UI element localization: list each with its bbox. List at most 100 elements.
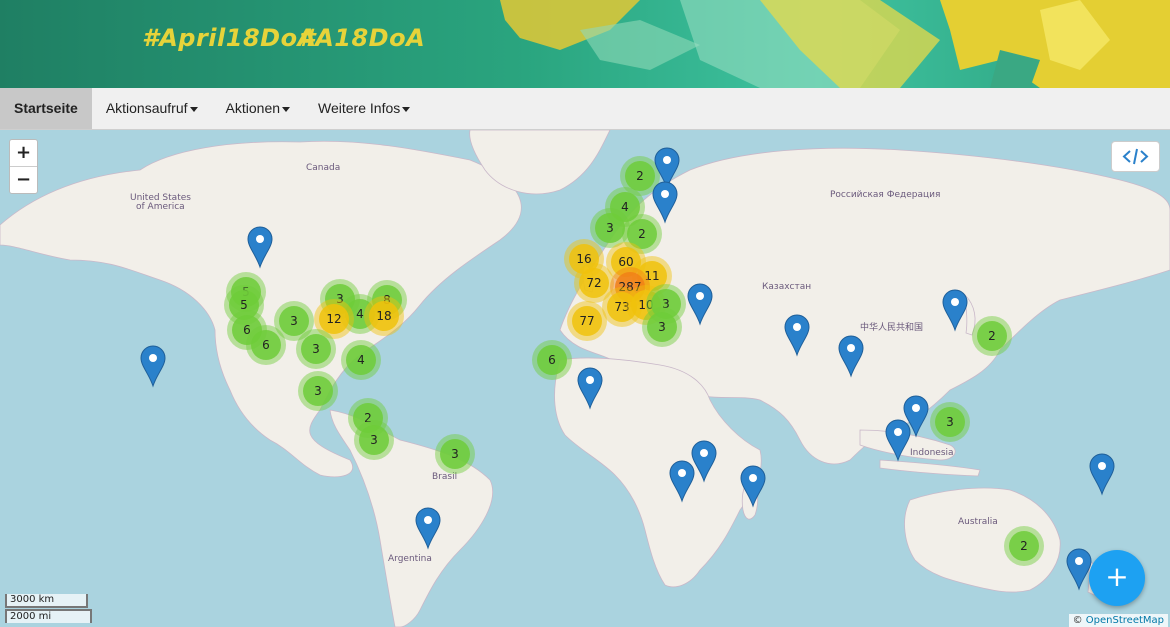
caret-down-icon <box>189 106 198 112</box>
cluster-count: 72 <box>586 276 601 290</box>
map-pin-icon[interactable] <box>247 226 273 269</box>
cluster-count: 3 <box>290 314 298 328</box>
nav-aktionen-label: Aktionen <box>225 100 281 116</box>
marker-layer: 2432166011722877310377365566334128183432… <box>140 147 1115 591</box>
cluster-count: 2 <box>988 329 996 343</box>
map-pin-icon[interactable] <box>942 289 968 332</box>
pin-body <box>577 367 603 410</box>
nav-startseite[interactable]: Startseite <box>0 88 92 129</box>
pin-body <box>784 314 810 357</box>
pin-dot <box>793 323 801 331</box>
pin-dot <box>663 156 671 164</box>
pin-dot <box>1098 462 1106 470</box>
pin-dot <box>678 469 686 477</box>
scale-km: 3000 km <box>5 594 88 608</box>
pin-body <box>1089 453 1115 496</box>
cluster-count: 3 <box>312 342 320 356</box>
pin-dot <box>586 376 594 384</box>
map-pin-icon[interactable] <box>669 460 695 503</box>
map-pin-icon[interactable] <box>577 367 603 410</box>
map-pin-icon[interactable] <box>838 335 864 378</box>
pin-body <box>140 345 166 388</box>
marker-cluster[interactable]: 18 <box>364 296 404 336</box>
nav-aktionen[interactable]: Aktionen <box>212 88 304 129</box>
map-pin-icon[interactable] <box>687 283 713 326</box>
marker-cluster[interactable]: 6 <box>532 340 572 380</box>
add-action-button[interactable]: + <box>1089 550 1145 606</box>
pin-body <box>885 419 911 462</box>
marker-cluster[interactable]: 3 <box>354 420 394 460</box>
map-scale: 3000 km 2000 mi <box>5 594 92 623</box>
caret-down-icon <box>282 106 291 112</box>
cluster-count: 6 <box>262 338 270 352</box>
map-pin-icon[interactable] <box>885 419 911 462</box>
cluster-count: 60 <box>618 255 633 269</box>
nav-startseite-label: Startseite <box>14 100 78 116</box>
map-pin-icon[interactable] <box>652 181 678 224</box>
cluster-count: 77 <box>579 314 594 328</box>
marker-cluster[interactable]: 3 <box>435 434 475 474</box>
pin-dot <box>661 190 669 198</box>
marker-cluster[interactable]: 77 <box>567 301 607 341</box>
nav-aktionsaufruf-label: Aktionsaufruf <box>105 100 188 116</box>
world-map[interactable]: Canada United States of America Российск… <box>0 130 1170 627</box>
pin-dot <box>1075 557 1083 565</box>
pin-body <box>687 283 713 326</box>
map-pin-icon[interactable] <box>1066 548 1092 591</box>
nav-aktionsaufruf[interactable]: Aktionsaufruf <box>92 88 212 129</box>
embed-code-button[interactable] <box>1111 141 1160 172</box>
pin-dot <box>847 344 855 352</box>
pin-body <box>415 507 441 550</box>
cluster-count: 6 <box>548 353 556 367</box>
cluster-count: 3 <box>370 433 378 447</box>
cluster-count: 12 <box>326 312 341 326</box>
map-pin-icon[interactable] <box>691 440 717 483</box>
pin-body <box>247 226 273 269</box>
cluster-count: 4 <box>621 200 629 214</box>
marker-cluster[interactable]: 3 <box>642 307 682 347</box>
marker-cluster[interactable]: 3 <box>296 329 336 369</box>
zoom-out-button[interactable]: − <box>10 166 37 193</box>
code-icon <box>1122 148 1149 165</box>
zoom-control: + − <box>9 139 38 194</box>
pin-dot <box>912 404 920 412</box>
pin-dot <box>749 474 757 482</box>
cluster-count: 3 <box>314 384 322 398</box>
marker-cluster[interactable]: 3 <box>930 402 970 442</box>
zoom-in-button[interactable]: + <box>10 140 37 166</box>
pin-dot <box>696 292 704 300</box>
marker-cluster[interactable]: 2 <box>972 316 1012 356</box>
pin-dot <box>424 516 432 524</box>
pin-body <box>669 460 695 503</box>
cluster-count: 3 <box>606 221 614 235</box>
header-banner: #April18DoA #A18DoA <box>0 0 1170 88</box>
hashtag-april18doa: #April18DoA <box>142 24 317 52</box>
map-pin-icon[interactable] <box>784 314 810 357</box>
scale-mi: 2000 mi <box>5 609 92 623</box>
map-pin-icon[interactable] <box>415 507 441 550</box>
cluster-count: 3 <box>658 320 666 334</box>
pin-dot <box>951 298 959 306</box>
caret-down-icon <box>402 106 411 112</box>
pin-dot <box>149 354 157 362</box>
openstreetmap-link[interactable]: OpenStreetMap <box>1086 615 1164 626</box>
cluster-count: 3 <box>451 447 459 461</box>
hashtag-a18doa: #A18DoA <box>298 24 426 52</box>
map-pin-icon[interactable] <box>140 345 166 388</box>
cluster-count: 5 <box>240 298 248 312</box>
cluster-count: 4 <box>357 353 365 367</box>
marker-cluster[interactable]: 3 <box>298 371 338 411</box>
map-pin-icon[interactable] <box>1089 453 1115 496</box>
pin-body <box>652 181 678 224</box>
attribution-prefix: © <box>1072 615 1083 626</box>
pin-body <box>691 440 717 483</box>
marker-cluster[interactable]: 4 <box>341 340 381 380</box>
nav-weitere-infos[interactable]: Weitere Infos <box>304 88 424 129</box>
marker-cluster[interactable]: 2 <box>1004 526 1044 566</box>
map-pin-icon[interactable] <box>740 465 766 508</box>
cluster-count: 4 <box>356 307 364 321</box>
cluster-count: 2 <box>636 169 644 183</box>
cluster-count: 18 <box>376 309 391 323</box>
map-attribution: © OpenStreetMap <box>1068 614 1168 627</box>
pin-body <box>740 465 766 508</box>
